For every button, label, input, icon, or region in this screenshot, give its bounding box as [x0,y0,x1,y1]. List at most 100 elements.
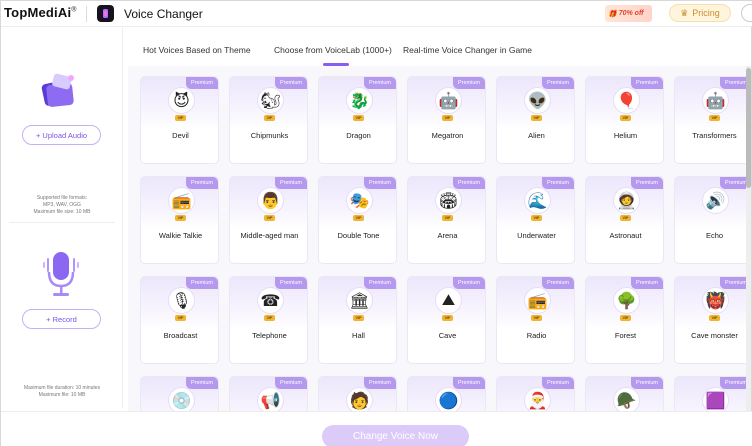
upload-size-note: Maximum file size: 10 MB [33,209,91,215]
voice-name: Hall [352,331,365,340]
voice-name: Chipmunks [250,131,289,140]
vip-badge: VIP [531,215,542,221]
change-voice-button[interactable]: Change Voice Now [322,425,469,446]
registered-mark: ® [71,6,77,14]
voice-card[interactable]: Premium 🤖 VIP Megatron [407,76,486,164]
vip-badge: VIP [531,315,542,321]
voice-card[interactable]: Premium 🪖 [585,376,664,411]
voice-card[interactable]: Premium 💿 [140,376,219,411]
voice-name: Telephone [252,331,287,340]
voice-card[interactable]: Premium 🏛 VIP Hall [318,276,397,364]
vip-badge: VIP [620,115,631,121]
ball-icon: 🔵 [435,387,462,411]
premium-badge: Premium [364,177,396,189]
underwater-icon: 🌊 [524,187,551,214]
premium-badge: Premium [453,77,485,89]
voice-card[interactable]: Premium 👹 VIP Cave monster [674,276,748,364]
crown-icon: ♛ [680,7,689,18]
tab-hot-voices[interactable]: Hot Voices Based on Theme [143,45,251,55]
upload-formats-list: MP3, WAV, OGG [43,202,81,208]
premium-badge: Premium [542,77,574,89]
premium-badge: Premium [186,277,218,289]
premium-badge: Premium [720,277,748,289]
voice-card[interactable]: Premium 🎙 VIP Broadcast [140,276,219,364]
santa-icon: 🎅 [524,387,551,411]
upload-formats-note: Supported file formats: [36,195,88,201]
transformer-icon: 🤖 [702,87,729,114]
record-button[interactable]: + Record [22,309,101,329]
brand-name: TopMediAi [4,5,72,20]
dragon-icon: 🐉 [346,87,373,114]
voice-card[interactable]: Premium 🤖 VIP Transformers [674,76,748,164]
voice-card[interactable]: Premium 🌳 VIP Forest [585,276,664,364]
premium-badge: Premium [364,77,396,89]
vip-badge: VIP [442,115,453,121]
voice-card[interactable]: Premium 📻 VIP Walkie Talkie [140,176,219,264]
voice-name: Echo [705,231,724,240]
voice-card[interactable]: Premium ☎ VIP Telephone [229,276,308,364]
voice-changer-app-icon [97,5,114,22]
voice-name: Arena [437,231,458,240]
voice-card[interactable]: Premium 🌊 VIP Underwater [496,176,575,264]
chipmunk-icon: 🐿 [257,87,284,114]
hall-icon: 🏛 [346,287,373,314]
pricing-button[interactable]: ♛ Pricing [669,4,731,22]
vip-badge: VIP [709,115,720,121]
voice-name: Underwater [517,231,556,240]
premium-badge: Premium [275,377,307,389]
upload-audio-button[interactable]: + Upload Audio [22,125,101,145]
vip-badge: VIP [620,215,631,221]
disc-icon: 💿 [168,387,195,411]
premium-badge: Premium [542,177,574,189]
voice-card[interactable]: Premium 🔵 [407,376,486,411]
premium-badge: Premium [631,277,663,289]
voice-name: Megatron [431,131,464,140]
voice-card[interactable]: Premium 📻 VIP Radio [496,276,575,364]
double-tone-icon: 🎭 [346,187,373,214]
voice-card[interactable]: Premium 🐉 VIP Dragon [318,76,397,164]
record-size-note: Maximum file: 10 MB [38,392,86,398]
pricing-label: Pricing [692,8,720,18]
voice-card[interactable]: Premium 🐿 VIP Chipmunks [229,76,308,164]
premium-badge: Premium [453,277,485,289]
voice-card[interactable]: Premium 👨 VIP Middle-aged man [229,176,308,264]
top-bar: TopMediAi® Voice Changer 🎁 70% off ♛ Pri… [1,1,752,27]
voice-card[interactable]: Premium 😈 VIP Devil [140,76,219,164]
vip-badge: VIP [353,315,364,321]
voice-name: Alien [528,131,545,140]
premium-badge: Premium [186,377,218,389]
tab-realtime-game[interactable]: Real-time Voice Changer in Game [403,45,532,55]
tab-voicelab[interactable]: Choose from VoiceLab (1000+) [274,45,392,55]
megaphone-icon: 📢 [257,387,284,411]
premium-badge: Premium [720,77,748,89]
voice-card[interactable]: Premium 🟪 [674,376,748,411]
devil-icon: 😈 [168,87,195,114]
premium-badge: Premium [275,77,307,89]
walkie-talkie-icon: 📻 [168,187,195,214]
record-duration-note: Maximum file duration: 10 minutes [23,385,101,391]
voice-card[interactable]: Premium 🎅 [496,376,575,411]
grid-scrollbar[interactable] [746,66,751,411]
footer-bar: Change Voice Now [1,411,752,446]
cave-icon: ⛰ [435,287,462,314]
voice-card[interactable]: Premium 🧑‍🚀 VIP Astronaut [585,176,664,264]
sidebar-divider [9,222,115,223]
brand-logo[interactable]: TopMediAi® [4,5,77,20]
voice-card[interactable]: Premium 👽 VIP Alien [496,76,575,164]
scrollbar-thumb[interactable] [746,68,751,188]
voice-card[interactable]: Premium 🧑 [318,376,397,411]
premium-badge: Premium [453,377,485,389]
tree-icon: 🌳 [613,287,640,314]
voice-name: Cave [438,331,457,340]
voice-card[interactable]: Premium 🏟 VIP Arena [407,176,486,264]
vip-badge: VIP [175,315,186,321]
voice-card[interactable]: Premium 🔊 Echo [674,176,748,264]
discount-badge[interactable]: 🎁 70% off [605,5,652,22]
account-button[interactable] [741,4,752,22]
voice-card[interactable]: Premium 🎈 VIP Helium [585,76,664,164]
man-icon: 👨 [257,187,284,214]
voice-card[interactable]: Premium 📢 [229,376,308,411]
voice-name: Forest [614,331,637,340]
voice-card[interactable]: Premium 🎭 VIP Double Tone [318,176,397,264]
voice-card[interactable]: Premium ⛰ VIP Cave [407,276,486,364]
